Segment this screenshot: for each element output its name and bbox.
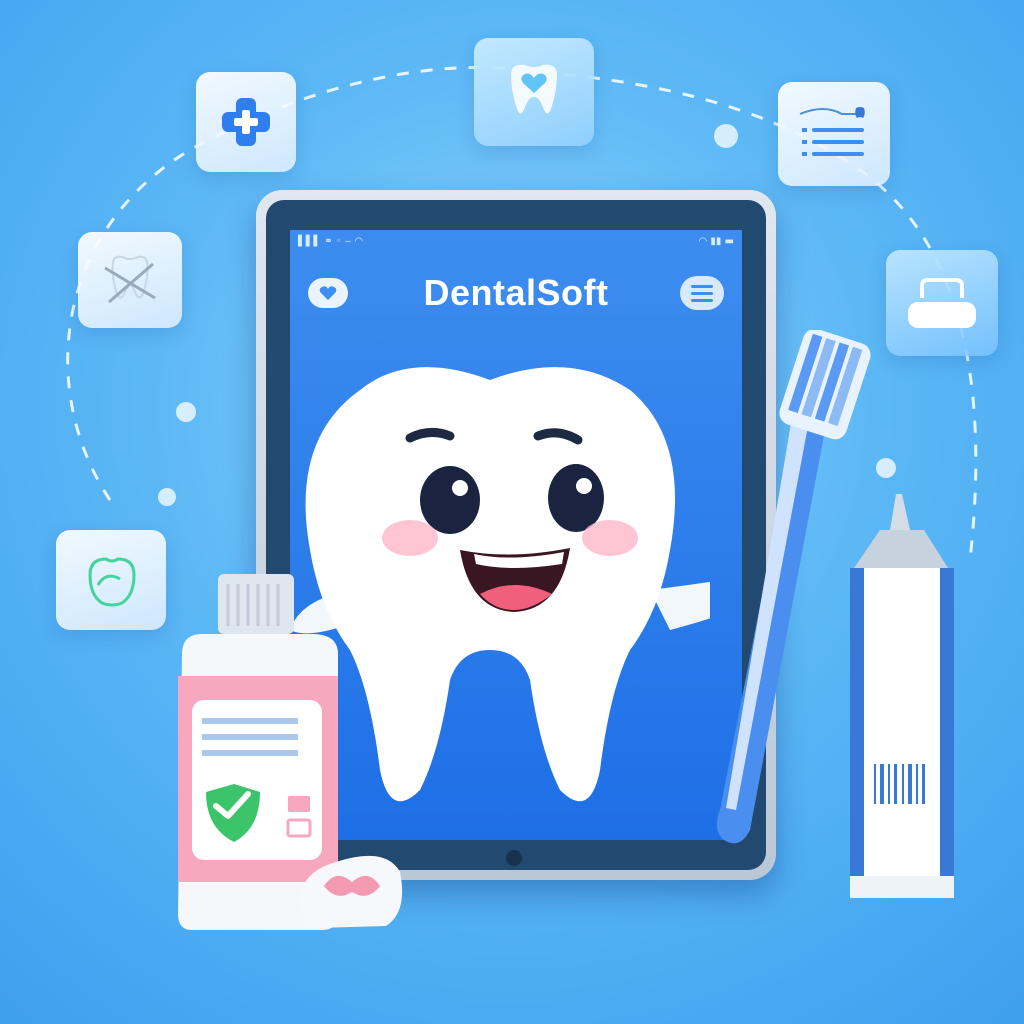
menu-button[interactable] bbox=[680, 276, 724, 310]
bubble-dot bbox=[158, 488, 176, 506]
tooth-heart-icon bbox=[511, 64, 557, 114]
tooth-left-eye bbox=[420, 466, 480, 534]
tooth-right-cheek bbox=[582, 520, 638, 556]
bubble-dot bbox=[714, 124, 738, 148]
dental-chair-card[interactable] bbox=[886, 250, 998, 356]
dental-record-icon bbox=[799, 107, 865, 156]
bubble-dot bbox=[176, 402, 196, 422]
tooth-heart-card[interactable] bbox=[474, 38, 594, 146]
home-button[interactable] bbox=[506, 850, 522, 866]
dental-record-card[interactable] bbox=[778, 82, 890, 186]
menu-icon bbox=[691, 284, 713, 288]
toothpaste-tube bbox=[850, 494, 954, 898]
gum-care-icon bbox=[88, 557, 136, 607]
status-icons-left: ▌▌▌ ⚭ ◦ ‒ ◠ bbox=[298, 236, 364, 247]
status-icons-right: ◠ ▮▮ ▬ bbox=[698, 236, 734, 247]
gum-care-card[interactable] bbox=[56, 530, 166, 630]
medical-cross-card[interactable] bbox=[196, 72, 296, 172]
dental-chair-icon bbox=[908, 278, 976, 328]
medical-cross-icon bbox=[222, 98, 270, 146]
tooth-right-eye bbox=[548, 464, 604, 532]
app-title: DentalSoft bbox=[423, 272, 609, 313]
status-bar: ▌▌▌ ⚭ ◦ ‒ ◠ ◠ ▮▮ ▬ bbox=[298, 236, 734, 250]
broken-tooth-icon bbox=[104, 255, 156, 304]
broken-tooth-card[interactable] bbox=[78, 232, 182, 328]
tooth-left-cheek bbox=[382, 520, 438, 556]
dental-floss-pouch bbox=[300, 855, 403, 928]
